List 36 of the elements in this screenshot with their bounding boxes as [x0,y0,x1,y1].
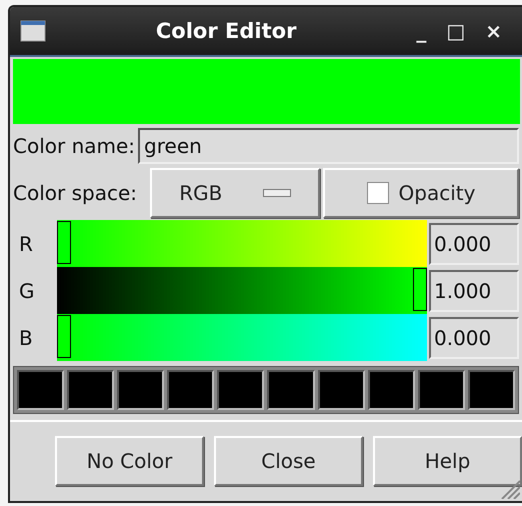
color-space-menu[interactable]: RGB [150,168,320,218]
channel-value-field[interactable]: 0.000 [429,316,519,358]
color-swatch[interactable] [368,370,415,410]
color-swatch[interactable] [267,370,315,410]
channel-value-field[interactable]: 1.000 [429,270,519,312]
menu-indicator-icon [262,189,291,197]
color-swatch[interactable] [17,370,64,410]
channel-label: B [18,326,34,350]
color-swatch[interactable] [418,370,465,410]
color-swatch[interactable] [318,370,365,410]
color-swatch[interactable] [167,370,214,410]
color-swatch[interactable] [468,370,515,410]
opacity-checkbox[interactable]: Opacity [322,168,519,218]
color-swatch[interactable] [67,370,114,410]
color-name-field[interactable]: green [138,128,519,164]
slider-thumb[interactable] [57,315,71,358]
channel-label: R [18,232,34,256]
dialog-button[interactable]: No Color [55,436,204,486]
channel-value-field[interactable]: 0.000 [429,222,519,264]
channel-slider[interactable] [57,314,427,361]
channel-slider[interactable] [57,220,427,267]
channel-slider[interactable] [57,267,427,314]
color-swatch[interactable] [117,370,164,410]
minimize-button[interactable]: _ [406,19,436,43]
dialog-button[interactable]: Help [373,436,522,486]
maximize-button[interactable]: □ [436,19,476,43]
color-swatch[interactable] [217,370,264,410]
slider-thumb[interactable] [413,268,427,311]
window-title: Color Editor [154,19,298,43]
color-name-label: Color name: [13,134,136,158]
close-button[interactable]: × [475,19,512,43]
window-icon [20,20,46,42]
channel-label: G [18,278,36,302]
color-space-label: Color space: [13,181,137,205]
slider-thumb[interactable] [57,221,71,264]
dialog-button[interactable]: Close [214,436,363,486]
